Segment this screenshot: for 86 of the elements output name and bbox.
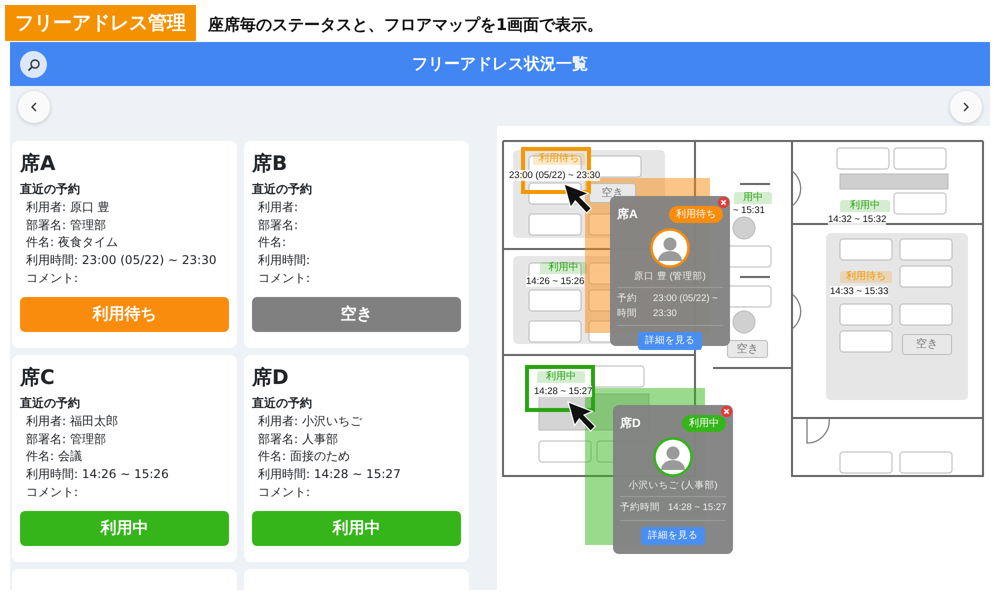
desk	[894, 148, 946, 170]
seat-status-tag[interactable]: 用中	[734, 192, 772, 204]
round-table	[732, 216, 756, 240]
seat-status-tag[interactable]: 利用中	[540, 262, 587, 274]
details-button[interactable]: 詳細を見る	[641, 526, 705, 545]
seat-title: 席D	[252, 365, 290, 389]
seat-title: 席B	[252, 151, 288, 175]
desk	[900, 452, 952, 474]
desk	[528, 214, 582, 236]
section-heading: 直近の予約	[20, 182, 81, 197]
time-value: 14:28 ~ 15:27	[668, 501, 726, 516]
desk	[900, 238, 952, 260]
avatar-icon	[650, 228, 690, 268]
status-button[interactable]: 空き	[252, 296, 461, 332]
reservation-time: 14:28 ~ 15:27	[534, 386, 592, 397]
seat-status-tag[interactable]: 利用待ち	[840, 271, 892, 283]
detail-text: コメント:	[257, 484, 312, 501]
seat-status-tag[interactable]: 利用中	[840, 200, 890, 212]
detail-text: 利用者: 小沢いちご	[257, 413, 363, 430]
reservation-time: 14:33 ~ 15:33	[830, 286, 888, 297]
status-button[interactable]: 利用待ち	[20, 296, 229, 332]
section-heading: 直近の予約	[252, 396, 313, 411]
caption: 座席毎のステータスと、フロアマップを1画面で表示。	[208, 14, 604, 36]
detail-text: 件名: 面接のため	[257, 448, 351, 466]
detail-text: 利用時間: 14:28 ~ 15:27	[257, 466, 402, 484]
status-button[interactable]: 利用中	[252, 510, 461, 546]
desk	[900, 304, 952, 326]
detail-text: 件名:	[257, 234, 288, 252]
person-name: 原口 豊 (管理部)	[633, 270, 707, 284]
chevron-right-icon	[962, 102, 970, 112]
avatar-icon	[653, 437, 693, 477]
status-badge: 利用待ち	[669, 206, 723, 222]
app-title: フリーアドレス状況一覧	[412, 53, 588, 75]
desk	[528, 320, 582, 342]
detail-text: 部署名:	[257, 216, 300, 234]
reservation-time: ~ 15:31	[733, 205, 765, 216]
detail-text: 利用時間:	[257, 252, 312, 270]
search-icon	[26, 58, 40, 72]
vacant-seat[interactable]: 空き	[902, 334, 952, 355]
details-button[interactable]: 詳細を見る	[638, 332, 702, 350]
time-label: 予約時間	[617, 292, 638, 320]
desk	[528, 290, 582, 312]
detail-text: 利用者: 原口 豊	[25, 199, 111, 216]
detail-text: 部署名: 管理部	[25, 216, 107, 234]
desk	[900, 266, 952, 288]
desk	[840, 238, 892, 260]
desk	[538, 440, 592, 462]
reservation-time: 14:32 ~ 15:32	[828, 214, 886, 225]
status-button[interactable]: 利用中	[20, 510, 229, 546]
section-heading: 直近の予約	[252, 182, 313, 197]
close-icon[interactable]	[721, 406, 732, 417]
desk	[840, 452, 892, 474]
detail-text: コメント:	[25, 484, 80, 501]
desk	[840, 330, 892, 352]
detail-text: 件名: 会議	[25, 448, 83, 466]
popup-title: 席D	[620, 415, 641, 432]
seat-status-tag[interactable]: 利用中	[537, 371, 585, 383]
detail-text: 利用者: 福田太郎	[25, 413, 119, 430]
reservation-time: 14:26 ~ 15:26	[526, 276, 584, 287]
seat-title: 席C	[20, 365, 56, 389]
detail-text: 部署名: 管理部	[25, 430, 107, 448]
detail-text: 利用時間: 23:00 (05/22) ~ 23:30	[25, 252, 218, 270]
seat-title: 席A	[20, 151, 56, 175]
chevron-left-icon	[30, 102, 38, 112]
detail-text: 件名: 夜食タイム	[25, 234, 119, 252]
reservation-time: 23:00 (05/22) ~ 23:30	[509, 170, 600, 181]
desk	[840, 304, 892, 326]
desk	[836, 148, 890, 170]
status-badge: 利用中	[682, 414, 726, 432]
search-button[interactable]	[20, 51, 47, 78]
seat-status-tag[interactable]: 利用待ち	[533, 153, 585, 165]
title-badge: フリーアドレス管理	[5, 5, 196, 41]
popup-title: 席A	[617, 206, 638, 223]
person-name: 小沢いちご (人事部)	[628, 479, 718, 493]
round-table	[732, 310, 756, 334]
section-heading: 直近の予約	[20, 396, 81, 411]
close-icon[interactable]	[718, 197, 729, 208]
detail-text: 部署名: 人事部	[257, 430, 339, 448]
detail-text: 利用者:	[257, 199, 300, 216]
detail-text: コメント:	[257, 270, 312, 287]
time-label: 予約時間	[620, 501, 660, 516]
detail-text: コメント:	[25, 270, 80, 287]
vacant-seat[interactable]: 空き	[727, 340, 768, 358]
detail-text: 利用時間: 14:26 ~ 15:26	[25, 466, 170, 484]
time-value: 23:00 (05/22) ~ 23:30	[653, 292, 719, 320]
desk	[894, 192, 946, 214]
